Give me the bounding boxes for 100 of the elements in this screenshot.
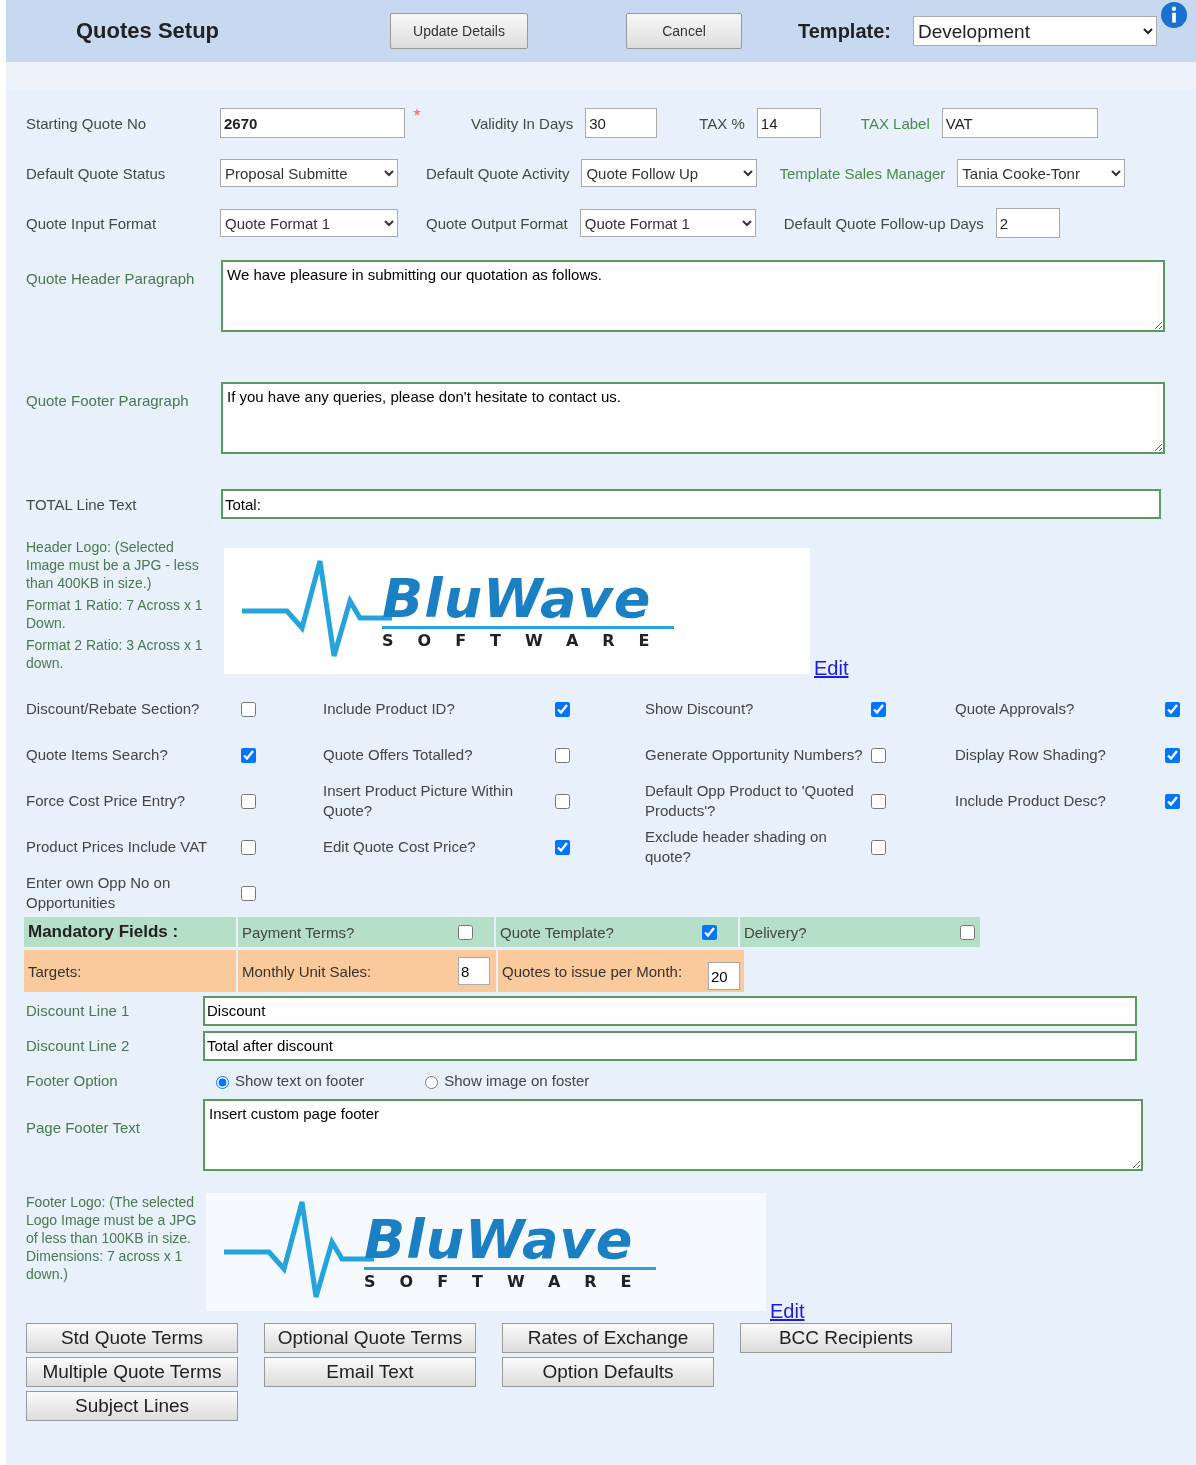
option-label: Quote Offers Totalled? — [323, 745, 474, 765]
target-label: Monthly Unit Sales: — [238, 950, 458, 992]
checkbox[interactable] — [1165, 793, 1180, 809]
field-label: Starting Quote No — [26, 114, 148, 132]
field-label: Default Quote Follow-up Days — [783, 214, 984, 232]
radio-label: Show image on foster — [444, 1072, 590, 1089]
radio-button[interactable] — [425, 1075, 439, 1089]
checkbox[interactable] — [241, 747, 256, 763]
action-button[interactable]: Rates of Exchange — [502, 1323, 714, 1353]
checkbox[interactable] — [555, 793, 570, 809]
note-text: Header Logo: (Selected Image must be a JPG - less than 400KB in size.) — [26, 538, 200, 592]
option-label: Default Opp Product to 'Quoted Products'? — [645, 781, 855, 821]
text-field[interactable]: 30 — [585, 108, 658, 138]
option-label: Enter own Opp No on Opportunities — [26, 873, 172, 913]
info-icon[interactable] — [1161, 2, 1187, 28]
checkbox[interactable] — [871, 793, 886, 809]
checkbox[interactable] — [241, 701, 256, 717]
text-field[interactable]: 2670 — [220, 108, 405, 138]
dropdown[interactable]: Quote Format 1 — [579, 209, 756, 237]
action-button[interactable]: Optional Quote Terms — [264, 1323, 476, 1353]
text-field[interactable]: 8 — [458, 957, 490, 985]
field-label: Discount Line 1 — [26, 1002, 131, 1019]
edit-link[interactable]: Edit — [814, 657, 849, 680]
template-select[interactable]: Development — [913, 16, 1157, 46]
option-label: Quote Approvals? — [955, 699, 1076, 719]
logo-tagline: SOFTWARE — [382, 626, 674, 650]
text-area[interactable]: If you have any queries, please don't hesitate to contact us. — [221, 382, 1165, 454]
text-field[interactable]: Total: — [221, 489, 1161, 519]
option-label: Generate Opportunity Numbers? — [645, 745, 864, 765]
checkbox[interactable] — [871, 747, 886, 763]
field-label: Footer Option — [26, 1072, 119, 1089]
targets-label: Targets: — [24, 950, 236, 992]
page-title: Quotes Setup — [76, 18, 220, 44]
option-label: Delivery? — [740, 917, 960, 947]
action-button[interactable]: Subject Lines — [26, 1391, 238, 1421]
checkbox[interactable] — [241, 793, 256, 809]
option-label: Quote Items Search? — [26, 745, 169, 765]
checkbox[interactable] — [555, 839, 570, 855]
text-field[interactable]: 20 — [708, 962, 740, 990]
checkbox[interactable] — [702, 924, 717, 940]
field-label: Quote Output Format — [426, 214, 568, 232]
radio-label: Show text on footer — [235, 1072, 365, 1089]
checkbox[interactable] — [555, 701, 570, 717]
checkbox[interactable] — [1165, 747, 1180, 763]
logo-wordmark: BluWave — [382, 572, 653, 626]
dropdown[interactable]: Proposal Submitte — [220, 159, 398, 187]
option-label: Include Product Desc? — [955, 791, 1107, 811]
text-area[interactable]: We have pleasure in submitting our quotation as follows. — [221, 260, 1165, 332]
text-field[interactable]: 14 — [756, 108, 821, 138]
field-label: TAX Label — [860, 114, 930, 132]
field-label: TOTAL Line Text — [26, 495, 138, 513]
field-label: Template Sales Manager — [779, 164, 946, 182]
option-label: Exclude header shading on quote? — [645, 827, 828, 867]
field-label: Quote Header Paragraph — [26, 270, 196, 287]
field-label: Quote Input Format — [26, 214, 158, 232]
radio-button[interactable] — [216, 1075, 229, 1089]
field-label: Discount Line 2 — [26, 1037, 131, 1054]
dropdown[interactable]: Tania Cooke-Tonr — [957, 159, 1126, 187]
note-text: Format 1 Ratio: 7 Across x 1 Down. — [26, 596, 204, 632]
option-label: Edit Quote Cost Price? — [323, 837, 477, 857]
header-button[interactable]: Update Details — [390, 13, 528, 49]
dropdown[interactable]: Quote Format 1 — [220, 209, 398, 237]
field-label: Quote Footer Paragraph — [26, 392, 190, 409]
text-field[interactable]: 2 — [995, 208, 1060, 238]
option-label: Force Cost Price Entry? — [26, 791, 187, 811]
option-label: Product Prices Include VAT — [26, 837, 209, 857]
logo-tagline: SOFTWARE — [364, 1267, 656, 1291]
field-label: Validity In Days — [471, 114, 574, 132]
option-label: Insert Product Picture Within Quote? — [323, 781, 515, 821]
action-button[interactable]: Option Defaults — [502, 1357, 714, 1387]
option-label: Discount/Rebate Section? — [26, 699, 201, 719]
checkbox[interactable] — [1165, 701, 1180, 717]
target-label: Quotes to issue per Month: — [498, 950, 708, 992]
text-field[interactable]: Discount — [203, 995, 1137, 1026]
checkbox[interactable] — [458, 924, 473, 940]
checkbox[interactable] — [960, 924, 975, 940]
action-button[interactable]: Std Quote Terms — [26, 1323, 238, 1353]
option-label: Show Discount? — [645, 699, 755, 719]
checkbox[interactable] — [871, 839, 886, 855]
option-label: Quote Template? — [496, 917, 702, 947]
text-area[interactable]: Insert custom page footer — [203, 1099, 1143, 1171]
text-field[interactable]: Total after discount — [203, 1030, 1137, 1061]
dropdown[interactable]: Quote Follow Up — [581, 159, 758, 187]
option-label: Include Product ID? — [323, 699, 456, 719]
checkbox[interactable] — [871, 701, 886, 717]
template-label: Template: — [798, 19, 891, 43]
option-label: Payment Terms? — [238, 917, 458, 947]
action-button[interactable]: Email Text — [264, 1357, 476, 1387]
logo-wordmark: BluWave — [364, 1213, 635, 1267]
text-field[interactable]: VAT — [941, 108, 1098, 138]
action-button[interactable]: BCC Recipients — [740, 1323, 952, 1353]
checkbox[interactable] — [241, 839, 256, 855]
edit-link[interactable]: Edit — [770, 1300, 805, 1323]
action-button[interactable]: Multiple Quote Terms — [26, 1357, 238, 1387]
header-button[interactable]: Cancel — [626, 13, 742, 49]
checkbox[interactable] — [241, 885, 256, 901]
mandatory-label: Mandatory Fields : — [24, 917, 236, 947]
checkbox[interactable] — [555, 747, 570, 763]
field-label: Page Footer Text — [26, 1119, 141, 1136]
option-label: Display Row Shading? — [955, 745, 1107, 765]
